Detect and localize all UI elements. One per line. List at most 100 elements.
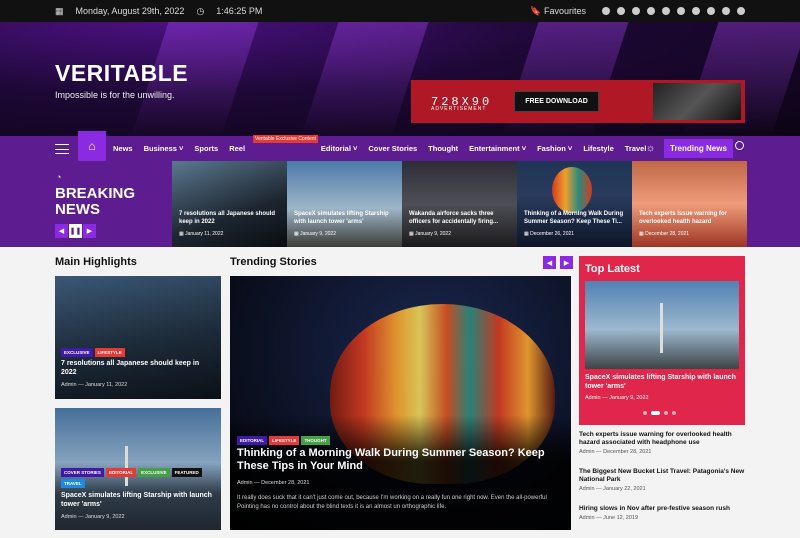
breaking-slide[interactable]: SpaceX simulates lifting Starship with l… (287, 161, 402, 247)
top-latest-image[interactable] (585, 281, 739, 369)
latest-list-item[interactable]: Tech experts issue warning for overlooke… (579, 431, 745, 455)
breaking-slide[interactable]: Tech experts issue warning for overlooke… (632, 161, 747, 247)
latest-item-title[interactable]: Hiring slows in Nov after pre-festive se… (579, 505, 745, 513)
latest-list-item[interactable]: The Biggest New Bucket List Travel: Pata… (579, 468, 745, 492)
site-header: VERITABLE Impossible is for the unwillin… (0, 22, 800, 136)
nav-lifestyle[interactable]: Lifestyle (583, 144, 613, 153)
site-tagline: Impossible is for the unwilling. (55, 90, 175, 100)
tag-travel[interactable]: TRAVEL (61, 479, 85, 488)
author-name[interactable]: Admin (579, 515, 595, 521)
slide-title[interactable]: SpaceX simulates lifting Starship with l… (294, 210, 397, 226)
slide-title[interactable]: Wakanda airforce sacks three officers fo… (409, 210, 512, 226)
highlight-title[interactable]: SpaceX simulates lifting Starship with l… (61, 492, 215, 509)
rocket-image (660, 303, 663, 353)
top-bar: ▦ Monday, August 29th, 2022 ◷ 1:46:25 PM… (0, 0, 800, 22)
latest-list-item[interactable]: Hiring slows in Nov after pre-festive se… (579, 505, 745, 521)
editorial-badge: Veritable Exclusive Content (253, 135, 318, 143)
prev-arrow-icon[interactable]: ◀ (55, 224, 69, 238)
vk-icon[interactable] (662, 7, 670, 15)
facebook-icon[interactable] (602, 7, 610, 15)
slide-title[interactable]: Thinking of a Morning Walk During Summer… (524, 210, 627, 226)
slider-dot[interactable] (643, 411, 647, 415)
highlight-meta: Admin — January 11, 2022 (61, 382, 128, 388)
pause-icon[interactable]: ❚❚ (69, 224, 83, 238)
nav-news[interactable]: News (113, 144, 133, 153)
latest-item-meta: Admin — December 28, 2021 (579, 449, 652, 455)
skype-icon[interactable] (677, 7, 685, 15)
post-date: December 28, 2021 (261, 480, 310, 486)
wordpress-icon[interactable] (737, 7, 745, 15)
twitter-icon[interactable] (632, 7, 640, 15)
nav-fashion[interactable]: Fashion ˅ (537, 144, 572, 153)
author-name[interactable]: Admin (61, 514, 77, 520)
slider-dot[interactable] (672, 411, 676, 415)
highlight-card[interactable]: COVER STORIES EDITORIAL EXCLUSIVE FEATUR… (55, 408, 221, 530)
slide-title[interactable]: 7 resolutions all Japanese should keep i… (179, 210, 282, 226)
tag-exclusive[interactable]: EXCLUSIVE (138, 468, 170, 477)
hamburger-menu-icon[interactable] (55, 143, 69, 154)
latest-item-title[interactable]: Tech experts issue warning for overlooke… (579, 431, 745, 447)
nav-entertainment[interactable]: Entertainment ˅ (469, 144, 526, 153)
tag-cover-stories[interactable]: COVER STORIES (61, 468, 104, 477)
slide-date-text: January 9, 2022 (415, 231, 451, 237)
highlight-card[interactable]: EXCLUSIVE LIFESTYLE 7 resolutions all Ja… (55, 276, 221, 399)
breaking-slide[interactable]: Thinking of a Morning Walk During Summer… (517, 161, 632, 247)
balloon-image (552, 167, 592, 213)
theme-toggle-icon[interactable]: ☼ (646, 143, 655, 154)
tag-lifestyle[interactable]: LIFESTYLE (269, 436, 300, 445)
free-download-button[interactable]: FREE DOWNLOAD (514, 91, 599, 112)
breaking-title-line2: NEWS (55, 201, 100, 218)
carousel-next-icon[interactable]: ▶ (560, 256, 573, 269)
tag-featured[interactable]: FEATURED (171, 468, 202, 477)
stage-light (301, 22, 429, 136)
header-advertisement[interactable]: 728X90 ADVERTISEMENT FREE DOWNLOAD (411, 80, 745, 123)
breaking-title-line1: BREAKING (55, 185, 136, 202)
nav-cover-stories[interactable]: Cover Stories (368, 144, 417, 153)
slide-title[interactable]: Tech experts issue warning for overlooke… (639, 210, 742, 226)
breaking-slide[interactable]: Wakanda airforce sacks three officers fo… (402, 161, 517, 247)
author-name[interactable]: Admin (237, 480, 253, 486)
tag-exclusive[interactable]: EXCLUSIVE (61, 348, 93, 357)
instagram-icon[interactable] (617, 7, 625, 15)
home-icon[interactable]: ⌂ (78, 131, 106, 161)
nav-editorial[interactable]: Veritable Exclusive ContentEditorial ˅ (253, 135, 357, 153)
author-name[interactable]: Admin (61, 382, 77, 388)
nav-reel[interactable]: Reel (229, 144, 245, 153)
next-arrow-icon[interactable]: ▶ (83, 224, 97, 238)
slider-dot-active[interactable] (651, 411, 660, 415)
nav-business[interactable]: Business ˅ (144, 144, 184, 153)
trending-stories-heading: Trending Stories (230, 256, 317, 268)
latest-item-title[interactable]: The Biggest New Bucket List Travel: Pata… (579, 468, 745, 484)
tag-lifestyle[interactable]: LIFESTYLE (94, 348, 125, 357)
search-icon[interactable] (735, 141, 744, 150)
top-latest-title[interactable]: SpaceX simulates lifting Starship with l… (585, 373, 739, 391)
youtube-icon[interactable] (647, 7, 655, 15)
author-name[interactable]: Admin (579, 486, 595, 492)
nav-thought[interactable]: Thought (428, 144, 458, 153)
trending-news-button[interactable]: Trending News (664, 139, 733, 158)
link-icon[interactable] (692, 7, 700, 15)
tag-editorial[interactable]: EDITORIAL (105, 468, 137, 477)
slider-dot[interactable] (664, 411, 668, 415)
trending-title[interactable]: Thinking of a Morning Walk During Summer… (237, 447, 561, 473)
trending-carousel-controls: ◀ ▶ (543, 256, 573, 269)
current-time: 1:46:25 PM (216, 6, 263, 16)
favourites-link[interactable]: 🔖 Favourites (530, 6, 586, 17)
nav-sports[interactable]: Sports (194, 144, 218, 153)
author-name[interactable]: Admin (585, 395, 601, 401)
tag-thought[interactable]: THOUGHT (301, 436, 330, 445)
author-name[interactable]: Admin (579, 449, 595, 455)
top-latest-meta: Admin — January 9, 2022 (585, 395, 649, 401)
breaking-slide[interactable]: 7 resolutions all Japanese should keep i… (172, 161, 287, 247)
carousel-prev-icon[interactable]: ◀ (543, 256, 556, 269)
post-date: December 28, 2021 (603, 449, 652, 455)
post-date: January 9, 2022 (609, 395, 649, 401)
site-logo[interactable]: VERITABLE (55, 60, 188, 87)
trending-story-card[interactable]: EDITORIAL LIFESTYLE THOUGHT Thinking of … (230, 276, 571, 530)
slide-date-text: December 26, 2021 (530, 231, 575, 237)
tag-editorial[interactable]: EDITORIAL (237, 436, 268, 445)
twitch-icon[interactable] (707, 7, 715, 15)
highlight-title[interactable]: 7 resolutions all Japanese should keep i… (61, 360, 215, 377)
nav-travel[interactable]: Travel (625, 144, 647, 153)
telegram-icon[interactable] (722, 7, 730, 15)
